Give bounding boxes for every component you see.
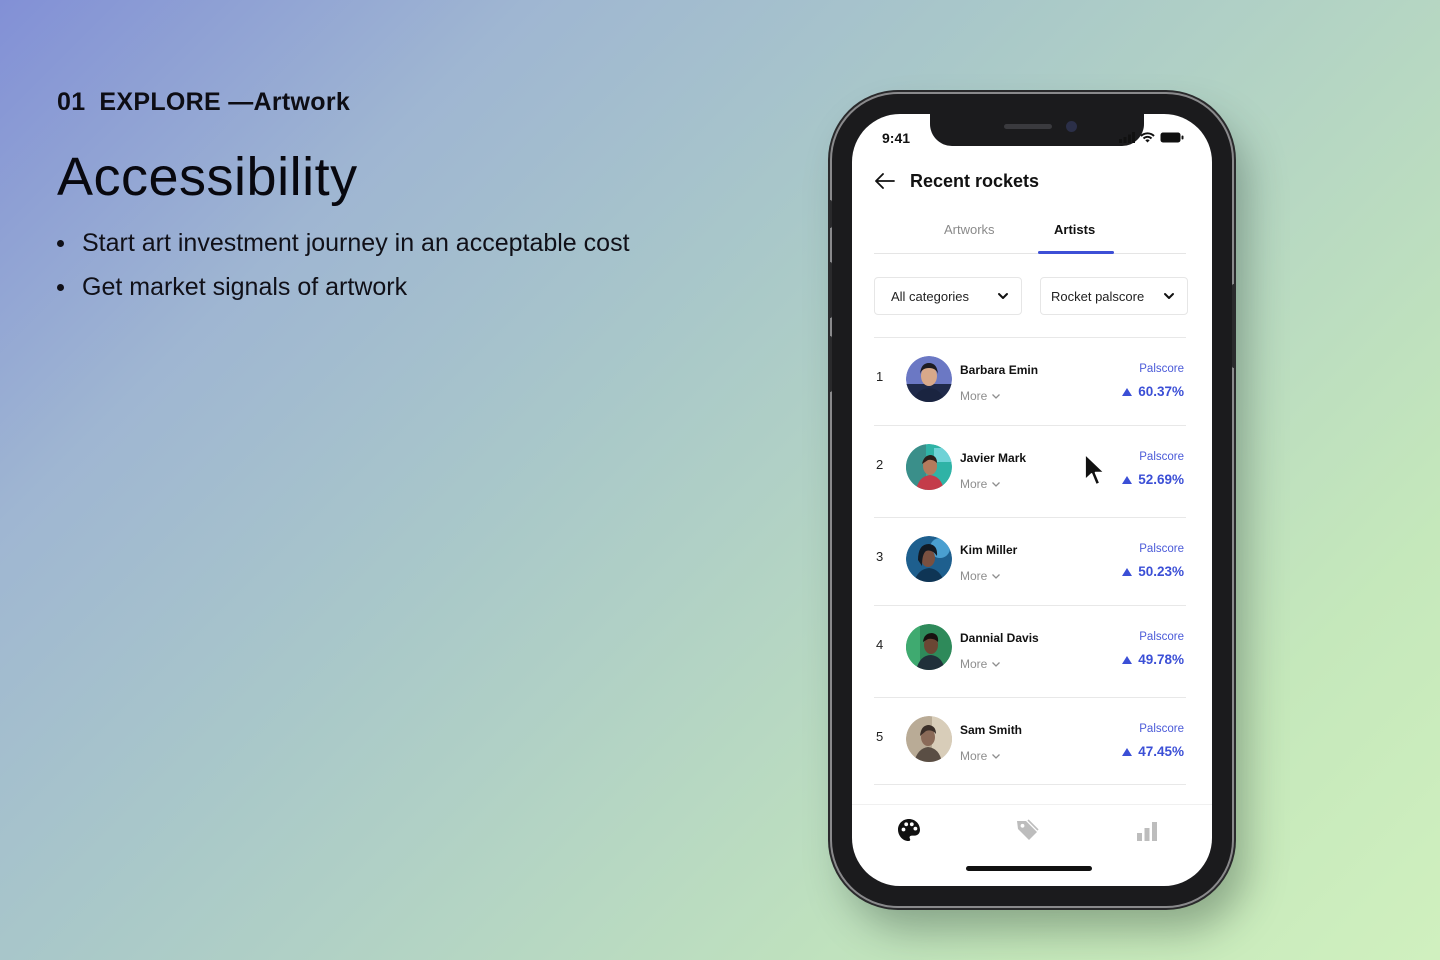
- artist-row[interactable]: 4 Dannial Davis More Palscore 49.78%: [874, 605, 1186, 697]
- chevron-down-icon: [992, 574, 1001, 579]
- palscore-number: 47.45%: [1138, 744, 1184, 759]
- back-arrow-icon[interactable]: [874, 170, 896, 192]
- status-time: 9:41: [882, 130, 911, 146]
- avatar: [906, 444, 952, 490]
- palscore-value: 49.78%: [1122, 652, 1184, 667]
- section-label: 01 EXPLORE —Artwork: [57, 88, 350, 117]
- palscore-number: 52.69%: [1138, 472, 1184, 487]
- more-toggle[interactable]: More: [960, 477, 1001, 491]
- bullet-list: Start art investment journey in an accep…: [57, 228, 630, 316]
- bullet-text: Start art investment journey in an accep…: [82, 229, 630, 257]
- artist-rank: 4: [876, 637, 884, 652]
- bullet-dot: [57, 240, 64, 247]
- screen-header: Recent rockets: [874, 170, 1039, 192]
- palscore-number: 49.78%: [1138, 652, 1184, 667]
- tab-artworks[interactable]: Artworks: [944, 222, 995, 237]
- more-toggle[interactable]: More: [960, 657, 1001, 671]
- more-toggle[interactable]: More: [960, 569, 1001, 583]
- bullet-item: Get market signals of artwork: [57, 272, 630, 316]
- bottom-nav: [852, 804, 1212, 854]
- chevron-down-icon: [1164, 293, 1174, 299]
- tag-icon[interactable]: [1014, 817, 1040, 843]
- palscore-number: 60.37%: [1138, 384, 1184, 399]
- slide-title: Accessibility: [57, 147, 358, 207]
- avatar: [906, 624, 952, 670]
- avatar: [906, 356, 952, 402]
- section-number: 01: [57, 88, 86, 116]
- palscore-label: Palscore: [1139, 543, 1184, 555]
- more-label: More: [960, 569, 988, 583]
- tab-artists[interactable]: Artists: [1054, 222, 1095, 237]
- palette-icon[interactable]: [896, 817, 922, 843]
- signal-icon: [1119, 132, 1135, 143]
- artist-rank: 2: [876, 457, 884, 472]
- avatar: [906, 716, 952, 762]
- trend-up-icon: [1122, 747, 1133, 756]
- artist-row[interactable]: 1 Barbara Emin More Palscore 60.37%: [874, 337, 1186, 425]
- palscore-label: Palscore: [1139, 723, 1184, 735]
- category-dropdown-value: All categories: [891, 288, 970, 304]
- palscore-label: Palscore: [1139, 451, 1184, 463]
- trend-up-icon: [1122, 655, 1133, 664]
- mouse-cursor-icon: [1084, 453, 1106, 486]
- artist-name: Javier Mark: [960, 451, 1027, 465]
- artist-rank: 5: [876, 729, 884, 744]
- battery-icon: [1160, 132, 1184, 143]
- phone-mute-switch: [828, 200, 832, 228]
- front-camera: [1066, 121, 1077, 132]
- artist-rank: 3: [876, 549, 884, 564]
- artist-name: Kim Miller: [960, 543, 1018, 557]
- more-toggle[interactable]: More: [960, 749, 1001, 763]
- artist-row[interactable]: 5 Sam Smith More Palscore 47.45%: [874, 697, 1186, 785]
- palscore-label: Palscore: [1139, 631, 1184, 643]
- active-tab-indicator: [1038, 251, 1114, 254]
- tab-bar: Artworks Artists: [874, 214, 1186, 254]
- phone-mockup: 9:41 Recent rockets Artworks Artists All…: [828, 94, 1236, 906]
- bullet-item: Start art investment journey in an accep…: [57, 228, 630, 272]
- artist-row[interactable]: 2 Javier Mark More Palscore 52.69%: [874, 425, 1186, 517]
- trend-up-icon: [1122, 567, 1133, 576]
- phone-volume-up: [828, 262, 832, 318]
- bullet-text: Get market signals of artwork: [82, 273, 408, 301]
- more-toggle[interactable]: More: [960, 389, 1001, 403]
- sort-dropdown[interactable]: Rocket palscore: [1040, 277, 1188, 315]
- speaker: [1004, 124, 1052, 129]
- wifi-icon: [1140, 132, 1155, 143]
- bar-chart-icon[interactable]: [1134, 817, 1160, 843]
- section-name: EXPLORE —Artwork: [99, 88, 351, 116]
- artist-rank: 1: [876, 369, 884, 384]
- phone-volume-down: [828, 336, 832, 392]
- chevron-down-icon: [998, 293, 1008, 299]
- phone-screen: 9:41 Recent rockets Artworks Artists All…: [852, 114, 1212, 886]
- screen-title: Recent rockets: [910, 170, 1040, 191]
- bullet-dot: [57, 284, 64, 291]
- avatar: [906, 536, 952, 582]
- artist-name: Barbara Emin: [960, 363, 1039, 377]
- artist-name: Dannial Davis: [960, 631, 1039, 645]
- palscore-value: 50.23%: [1122, 564, 1184, 579]
- trend-up-icon: [1122, 475, 1133, 484]
- palscore-value: 60.37%: [1122, 384, 1184, 399]
- status-icons: [1119, 132, 1184, 143]
- palscore-value: 52.69%: [1122, 472, 1184, 487]
- palscore-value: 47.45%: [1122, 744, 1184, 759]
- phone-power-button: [1232, 284, 1236, 368]
- chevron-down-icon: [992, 662, 1001, 667]
- palscore-number: 50.23%: [1138, 564, 1184, 579]
- artist-row[interactable]: 3 Kim Miller More Palscore 50.23%: [874, 517, 1186, 605]
- chevron-down-icon: [992, 394, 1001, 399]
- palscore-label: Palscore: [1139, 363, 1184, 375]
- more-label: More: [960, 389, 988, 403]
- category-dropdown[interactable]: All categories: [874, 277, 1022, 315]
- more-label: More: [960, 657, 988, 671]
- chevron-down-icon: [992, 482, 1001, 487]
- home-indicator: [966, 866, 1092, 871]
- trend-up-icon: [1122, 387, 1133, 396]
- sort-dropdown-value: Rocket palscore: [1051, 288, 1145, 304]
- notch: [930, 114, 1144, 146]
- more-label: More: [960, 477, 988, 491]
- chevron-down-icon: [992, 754, 1001, 759]
- artist-name: Sam Smith: [960, 723, 1023, 737]
- more-label: More: [960, 749, 988, 763]
